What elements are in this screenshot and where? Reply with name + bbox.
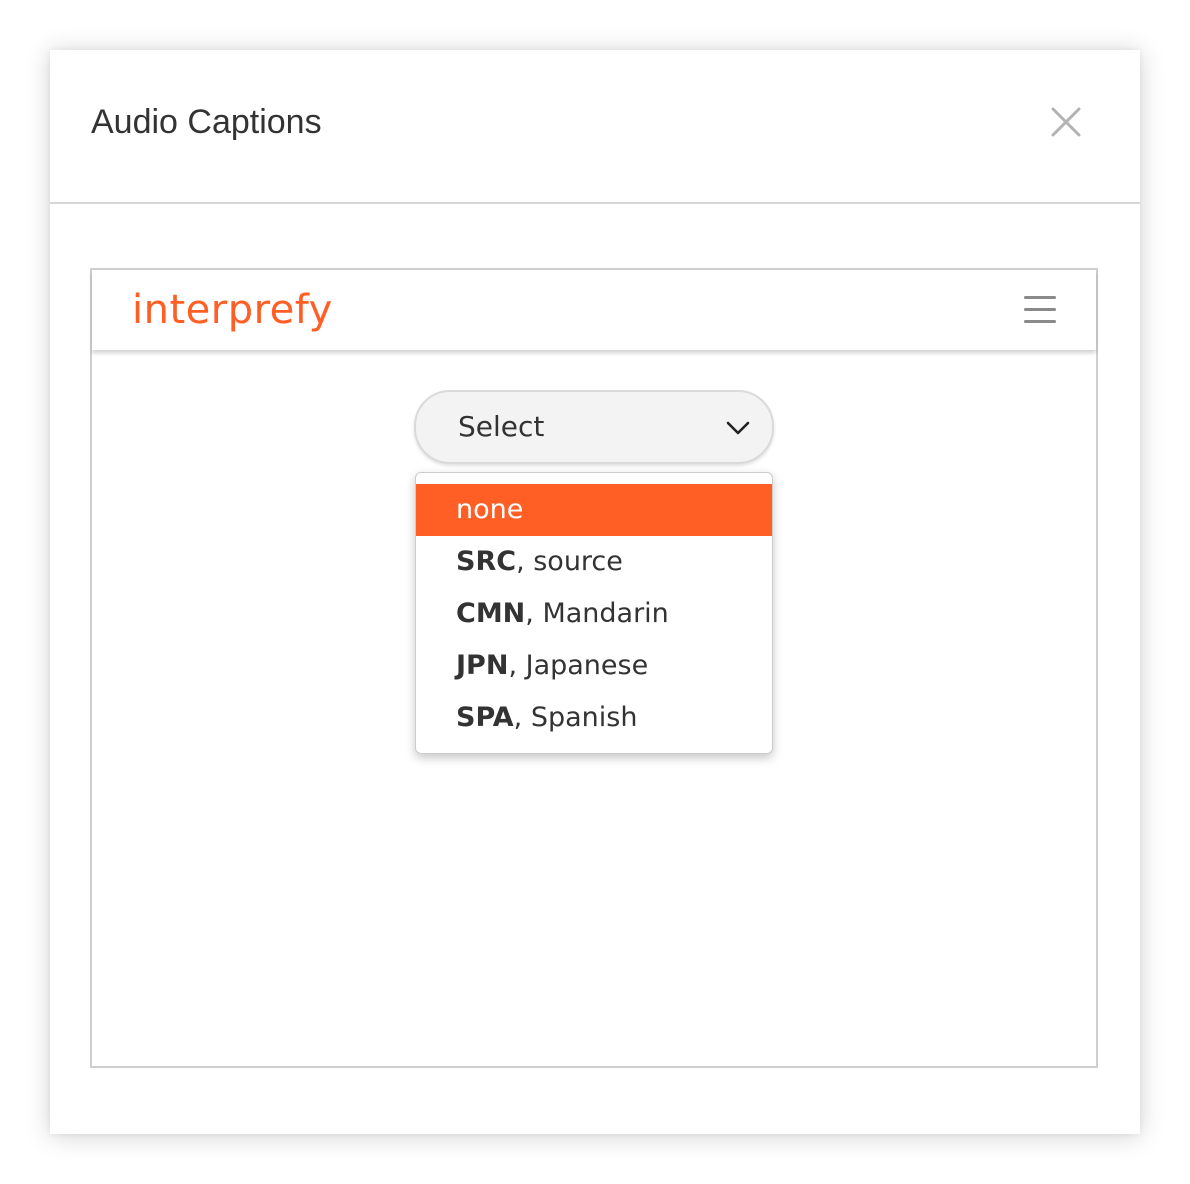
hamburger-menu-icon [1024, 296, 1056, 299]
option-code: JPN [456, 650, 509, 681]
option-language: , Japanese [508, 650, 649, 681]
option-spa[interactable]: SPA, Spanish [416, 692, 772, 744]
interprefy-logo: interprefy [132, 287, 333, 333]
option-none[interactable]: none [416, 484, 772, 536]
option-code: CMN [456, 598, 526, 629]
option-code: SRC [456, 546, 517, 577]
audio-captions-dialog: Audio Captions interprefy Select none SR… [50, 50, 1140, 1134]
option-language: , Mandarin [525, 598, 669, 629]
hamburger-menu-icon-line [1024, 320, 1056, 323]
close-icon [1051, 107, 1081, 137]
option-language: , Spanish [513, 702, 638, 733]
embed-header: interprefy [92, 270, 1096, 350]
dialog-title: Audio Captions [91, 103, 322, 141]
chevron-down-icon [726, 421, 750, 435]
language-options: none SRC, source CMN, Mandarin JPN, Japa… [416, 484, 772, 744]
option-code: SPA [456, 702, 514, 733]
option-src[interactable]: SRC, source [416, 536, 772, 588]
option-language: , source [516, 546, 623, 577]
select-label: Select [458, 410, 545, 443]
interprefy-embed-frame: interprefy Select none SRC, source CMN, … [90, 268, 1098, 1068]
option-cmn[interactable]: CMN, Mandarin [416, 588, 772, 640]
option-jpn[interactable]: JPN, Japanese [416, 640, 772, 692]
menu-button[interactable] [1022, 294, 1058, 326]
dialog-header: Audio Captions [50, 50, 1140, 204]
option-label: none [456, 494, 524, 525]
language-dropdown: none SRC, source CMN, Mandarin JPN, Japa… [415, 472, 773, 754]
close-button[interactable] [1046, 102, 1086, 142]
language-select[interactable]: Select [414, 390, 774, 464]
hamburger-menu-icon-line [1024, 308, 1056, 311]
